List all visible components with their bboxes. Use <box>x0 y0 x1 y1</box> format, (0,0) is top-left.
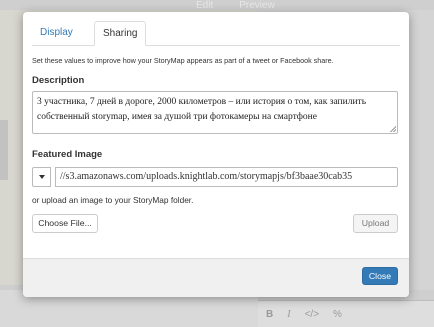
italic-icon: I <box>287 308 291 320</box>
background-editor-toolbar: B I </> % <box>258 300 434 327</box>
sharing-modal: Display Sharing Set these values to impr… <box>23 12 409 297</box>
featured-image-url-row: //s3.amazonaws.com/uploads.knightlab.com… <box>32 167 398 187</box>
image-source-dropdown-button[interactable] <box>32 167 51 187</box>
code-icon: </> <box>304 308 320 320</box>
caret-down-icon <box>38 175 45 179</box>
close-button[interactable]: Close <box>362 267 398 285</box>
tab-sharing[interactable]: Sharing <box>94 21 147 46</box>
modal-tabs: Display Sharing <box>32 21 400 46</box>
resize-handle-icon[interactable] <box>390 126 396 132</box>
modal-footer: Close <box>23 258 409 297</box>
background-map-control <box>0 120 8 180</box>
description-textarea[interactable]: 3 участника, 7 дней в дороге, 2000 килом… <box>32 91 398 134</box>
tab-display[interactable]: Display <box>32 21 81 45</box>
upload-button[interactable]: Upload <box>353 214 398 233</box>
choose-file-button[interactable]: Choose File... <box>32 214 98 233</box>
sharing-intro-text: Set these values to improve how your Sto… <box>32 56 334 65</box>
featured-image-url-input[interactable]: //s3.amazonaws.com/uploads.knightlab.com… <box>55 167 398 187</box>
featured-image-label: Featured Image <box>32 149 103 160</box>
link-icon: % <box>333 308 342 320</box>
description-text: 3 участника, 7 дней в дороге, 2000 килом… <box>37 97 367 122</box>
description-label: Description <box>32 75 85 86</box>
bold-icon: B <box>266 308 274 320</box>
upload-hint-text: or upload an image to your StoryMap fold… <box>32 195 194 205</box>
